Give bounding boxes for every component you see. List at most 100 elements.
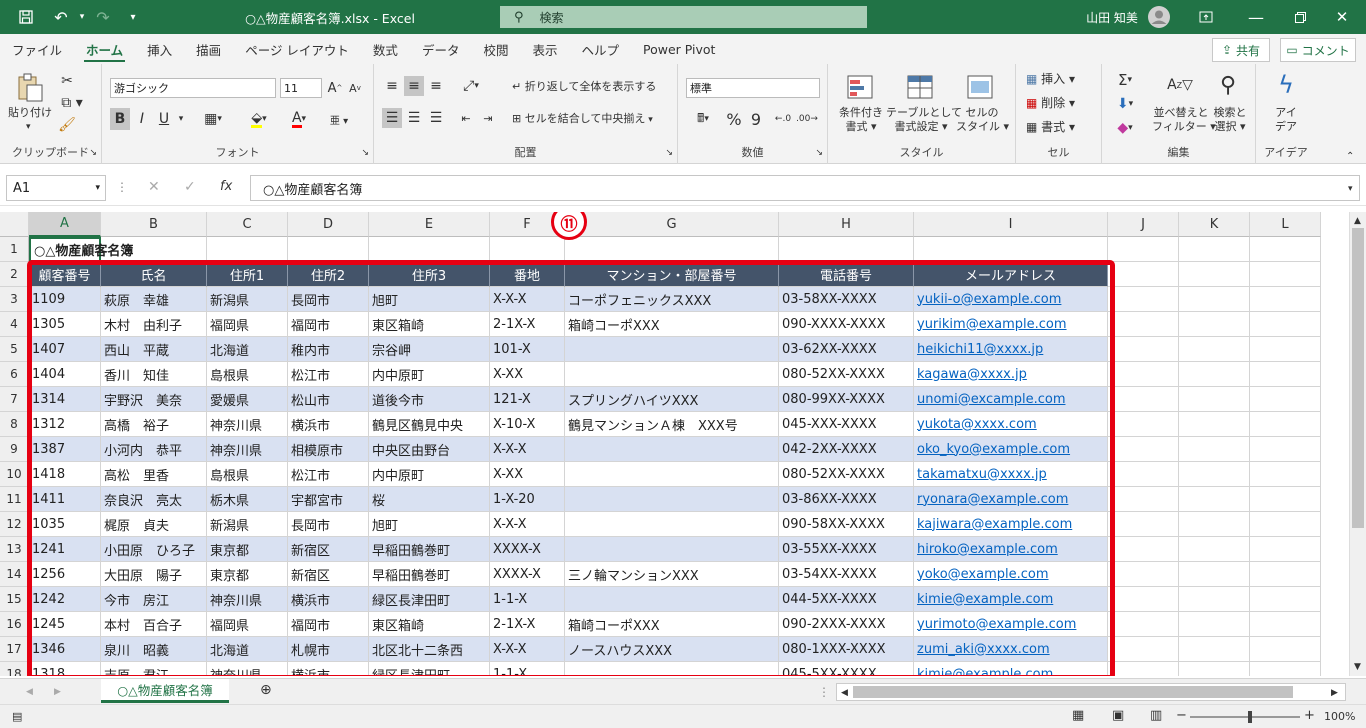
column-header[interactable]: H: [779, 212, 914, 237]
format-painter-icon[interactable]: 🖌: [58, 116, 76, 134]
cell[interactable]: [1108, 387, 1179, 412]
cell[interactable]: 北区北十二条西: [369, 637, 490, 662]
number-launcher-icon[interactable]: ↘: [815, 146, 823, 160]
cell[interactable]: X-XX: [490, 462, 565, 487]
row-header[interactable]: 18: [0, 662, 29, 676]
cell[interactable]: 1407: [29, 337, 101, 362]
cell[interactable]: [1250, 362, 1321, 387]
cell[interactable]: 島根県: [207, 362, 288, 387]
cancel-icon[interactable]: ✕: [148, 180, 160, 194]
cell[interactable]: [1179, 362, 1250, 387]
underline-dropdown-icon[interactable]: ▾: [174, 108, 188, 130]
paste-icon[interactable]: [14, 72, 46, 104]
row-header[interactable]: 14: [0, 562, 29, 587]
cell[interactable]: 西山 平蔵: [101, 337, 207, 362]
cell[interactable]: 奈良沢 亮太: [101, 487, 207, 512]
font-size-select[interactable]: 11: [280, 78, 322, 98]
zoom-slider-thumb[interactable]: [1248, 711, 1252, 723]
increase-indent-icon[interactable]: ⇥: [478, 108, 498, 128]
wrap-text-button[interactable]: ↵ 折り返して全体を表示する: [512, 80, 656, 94]
cell[interactable]: [1179, 312, 1250, 337]
cell[interactable]: 1245: [29, 612, 101, 637]
cell[interactable]: 1404: [29, 362, 101, 387]
cell[interactable]: 03-86XX-XXXX: [779, 487, 914, 512]
add-sheet-icon[interactable]: ⊕: [260, 683, 272, 697]
find-select-button[interactable]: 検索と 選択 ▾: [1208, 106, 1252, 134]
cell[interactable]: 松江市: [288, 462, 369, 487]
cell[interactable]: 内中原町: [369, 462, 490, 487]
horizontal-scroll-thumb[interactable]: [853, 686, 1293, 698]
cell[interactable]: 045-XXX-XXXX: [779, 412, 914, 437]
ribbon-display-icon[interactable]: [1188, 0, 1224, 34]
cell[interactable]: [779, 237, 914, 262]
share-button[interactable]: ⇪ 共有: [1212, 38, 1270, 62]
prev-sheet-icon[interactable]: ◀: [26, 685, 33, 699]
cell[interactable]: 北海道: [207, 637, 288, 662]
scroll-right-icon[interactable]: ▶: [1331, 686, 1338, 700]
tab-page-layout[interactable]: ページ レイアウト: [233, 34, 361, 64]
scroll-left-icon[interactable]: ◀: [841, 686, 848, 700]
cell[interactable]: 高橋 裕子: [101, 412, 207, 437]
cell[interactable]: 2-1X-X: [490, 612, 565, 637]
cell[interactable]: メールアドレス: [914, 262, 1108, 287]
cell[interactable]: 101-X: [490, 337, 565, 362]
cell[interactable]: heikichi11@xxxx.jp: [914, 337, 1108, 362]
cell[interactable]: [1179, 562, 1250, 587]
cell[interactable]: 神奈川県: [207, 662, 288, 676]
cell[interactable]: [1108, 637, 1179, 662]
cell[interactable]: 木村 由利子: [101, 312, 207, 337]
search-box[interactable]: ⚲ 検索: [500, 6, 867, 28]
cell[interactable]: 愛媛県: [207, 387, 288, 412]
cell[interactable]: 梶原 貞夫: [101, 512, 207, 537]
cell[interactable]: 080-52XX-XXXX: [779, 362, 914, 387]
name-box[interactable]: A1 ▾: [6, 175, 106, 201]
cell[interactable]: [565, 237, 779, 262]
email-link[interactable]: yurimoto@example.com: [917, 617, 1076, 632]
cell[interactable]: [1250, 512, 1321, 537]
cell[interactable]: X-10-X: [490, 412, 565, 437]
cell[interactable]: 東京都: [207, 562, 288, 587]
increase-decimal-icon[interactable]: ←.0: [772, 108, 794, 130]
cell[interactable]: 03-55XX-XXXX: [779, 537, 914, 562]
vertical-scroll-thumb[interactable]: [1352, 228, 1364, 528]
column-header[interactable]: K: [1179, 212, 1250, 237]
cell[interactable]: 新宿区: [288, 537, 369, 562]
cell[interactable]: takamatxu@xxxx.jp: [914, 462, 1108, 487]
email-link[interactable]: kagawa@xxxx.jp: [917, 367, 1027, 382]
name-box-dropdown-icon[interactable]: ▾: [95, 183, 100, 193]
row-header[interactable]: 15: [0, 587, 29, 612]
cell[interactable]: ノースハウスXXX: [565, 637, 779, 662]
tab-review[interactable]: 校閲: [471, 34, 520, 64]
cell[interactable]: 長岡市: [288, 512, 369, 537]
minimize-icon[interactable]: —: [1236, 0, 1276, 34]
cell[interactable]: [1179, 462, 1250, 487]
cell[interactable]: 東京都: [207, 537, 288, 562]
insert-cells-button[interactable]: ▦ 挿入 ▾: [1026, 72, 1075, 86]
cell[interactable]: [565, 337, 779, 362]
cell[interactable]: [1179, 387, 1250, 412]
conditional-format-button[interactable]: 条件付き 書式 ▾: [836, 106, 886, 134]
decrease-indent-icon[interactable]: ⇤: [456, 108, 476, 128]
save-icon[interactable]: [12, 0, 40, 34]
accounting-format-icon[interactable]: 🖩 ▾: [686, 108, 720, 130]
cell[interactable]: 緑区長津田町: [369, 587, 490, 612]
cell[interactable]: 鶴見マンションＡ棟 XXX号: [565, 412, 779, 437]
row-header[interactable]: 2: [0, 262, 29, 287]
cell[interactable]: [1108, 587, 1179, 612]
cell[interactable]: [1250, 262, 1321, 287]
column-header[interactable]: C: [207, 212, 288, 237]
cell[interactable]: [1108, 487, 1179, 512]
next-sheet-icon[interactable]: ▶: [54, 685, 61, 699]
cell[interactable]: [1108, 412, 1179, 437]
row-header[interactable]: 3: [0, 287, 29, 312]
cell[interactable]: 箱崎コーポXXX: [565, 612, 779, 637]
cell[interactable]: zumi_aki@xxxx.com: [914, 637, 1108, 662]
align-center-icon[interactable]: ☰: [404, 108, 424, 128]
cell[interactable]: [1108, 312, 1179, 337]
cell[interactable]: 03-54XX-XXXX: [779, 562, 914, 587]
cell[interactable]: 1-X-20: [490, 487, 565, 512]
row-header[interactable]: 8: [0, 412, 29, 437]
zoom-slider[interactable]: [1190, 711, 1300, 723]
cell[interactable]: 松江市: [288, 362, 369, 387]
cell[interactable]: 横浜市: [288, 587, 369, 612]
